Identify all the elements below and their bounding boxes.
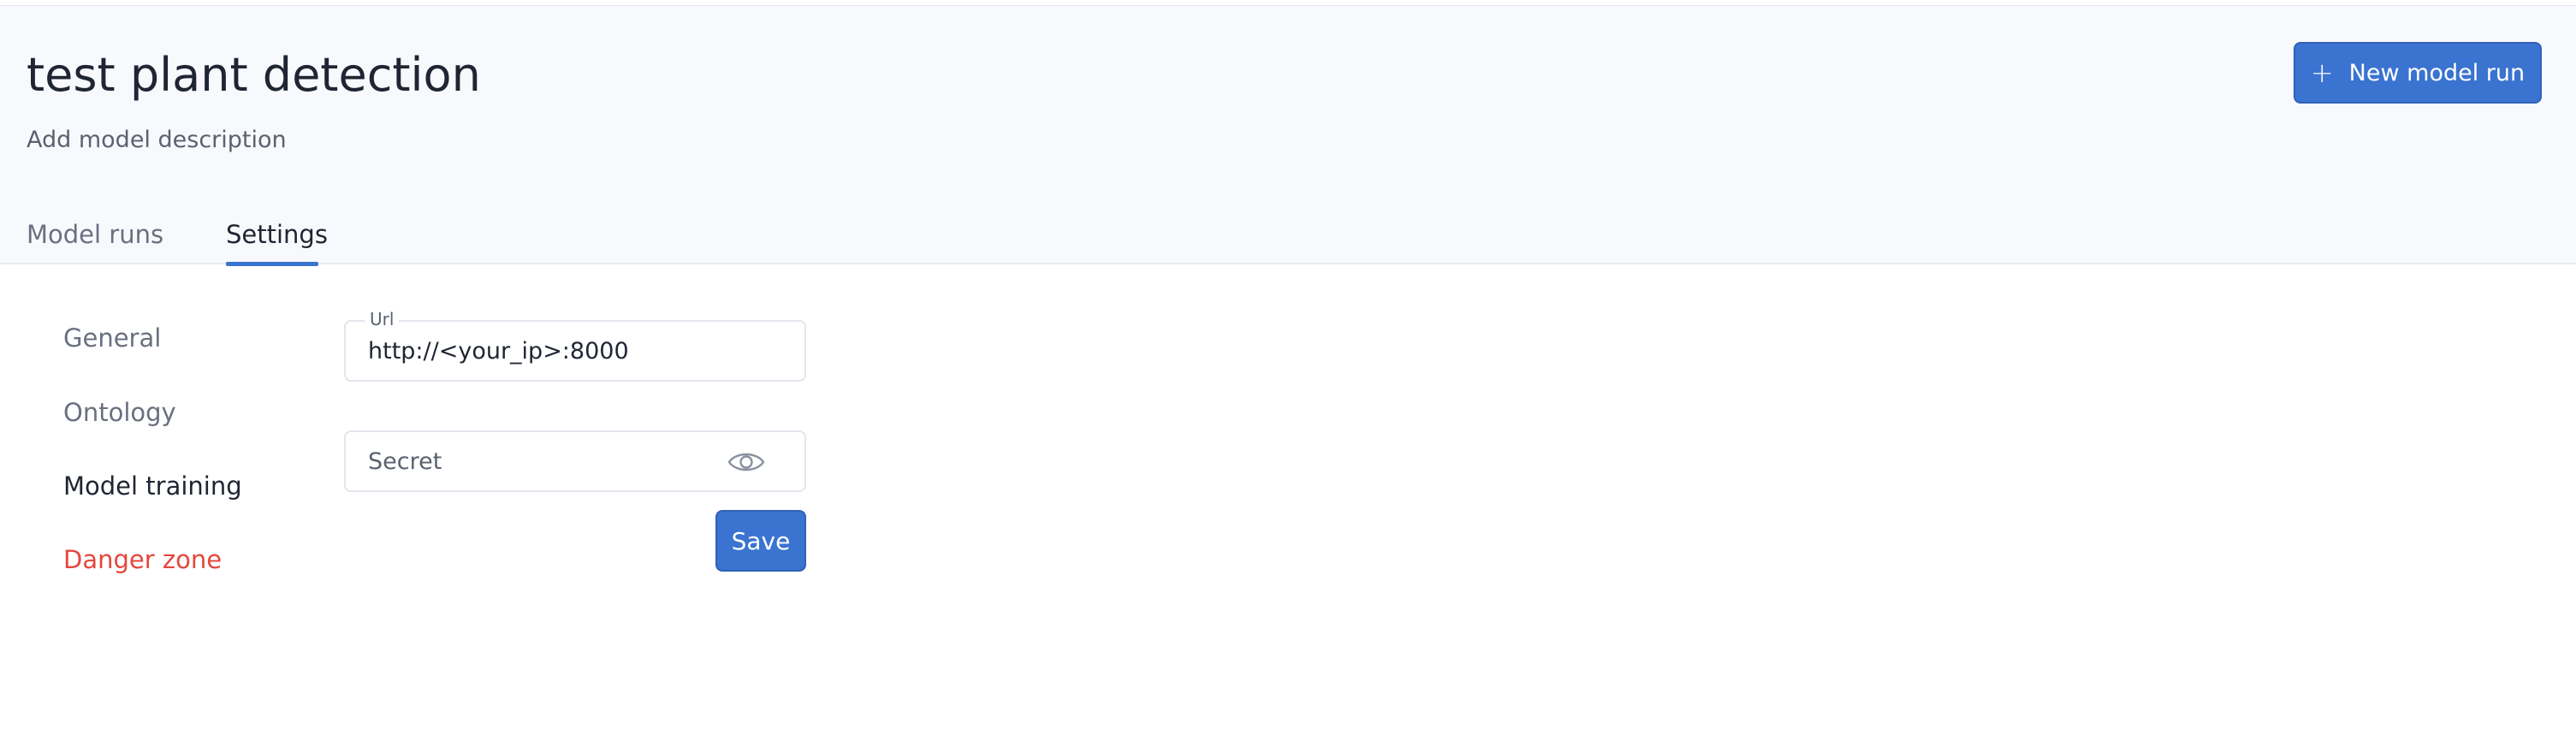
secret-field xyxy=(344,430,806,492)
url-field: Url xyxy=(344,308,806,382)
save-button[interactable]: Save xyxy=(715,510,806,572)
side-nav-ontology[interactable]: Ontology xyxy=(63,391,176,434)
page-title: test plant detection xyxy=(27,48,481,102)
new-model-run-label: New model run xyxy=(2348,59,2526,86)
side-nav-model-training[interactable]: Model training xyxy=(63,465,242,507)
side-nav-general[interactable]: General xyxy=(63,317,161,359)
eye-icon[interactable] xyxy=(727,449,765,475)
page-header: test plant detection Add model descripti… xyxy=(0,6,2576,266)
add-description-link[interactable]: Add model description xyxy=(27,123,287,157)
new-model-run-button[interactable]: + New model run xyxy=(2294,42,2542,104)
tab-bar: Model runs Settings xyxy=(0,205,2576,266)
top-border xyxy=(0,0,2576,6)
side-nav-danger-zone[interactable]: Danger zone xyxy=(63,538,222,581)
url-input[interactable] xyxy=(346,322,804,380)
plus-icon: + xyxy=(2310,56,2334,89)
tab-model-runs[interactable]: Model runs xyxy=(27,205,163,264)
tab-settings[interactable]: Settings xyxy=(226,205,328,266)
